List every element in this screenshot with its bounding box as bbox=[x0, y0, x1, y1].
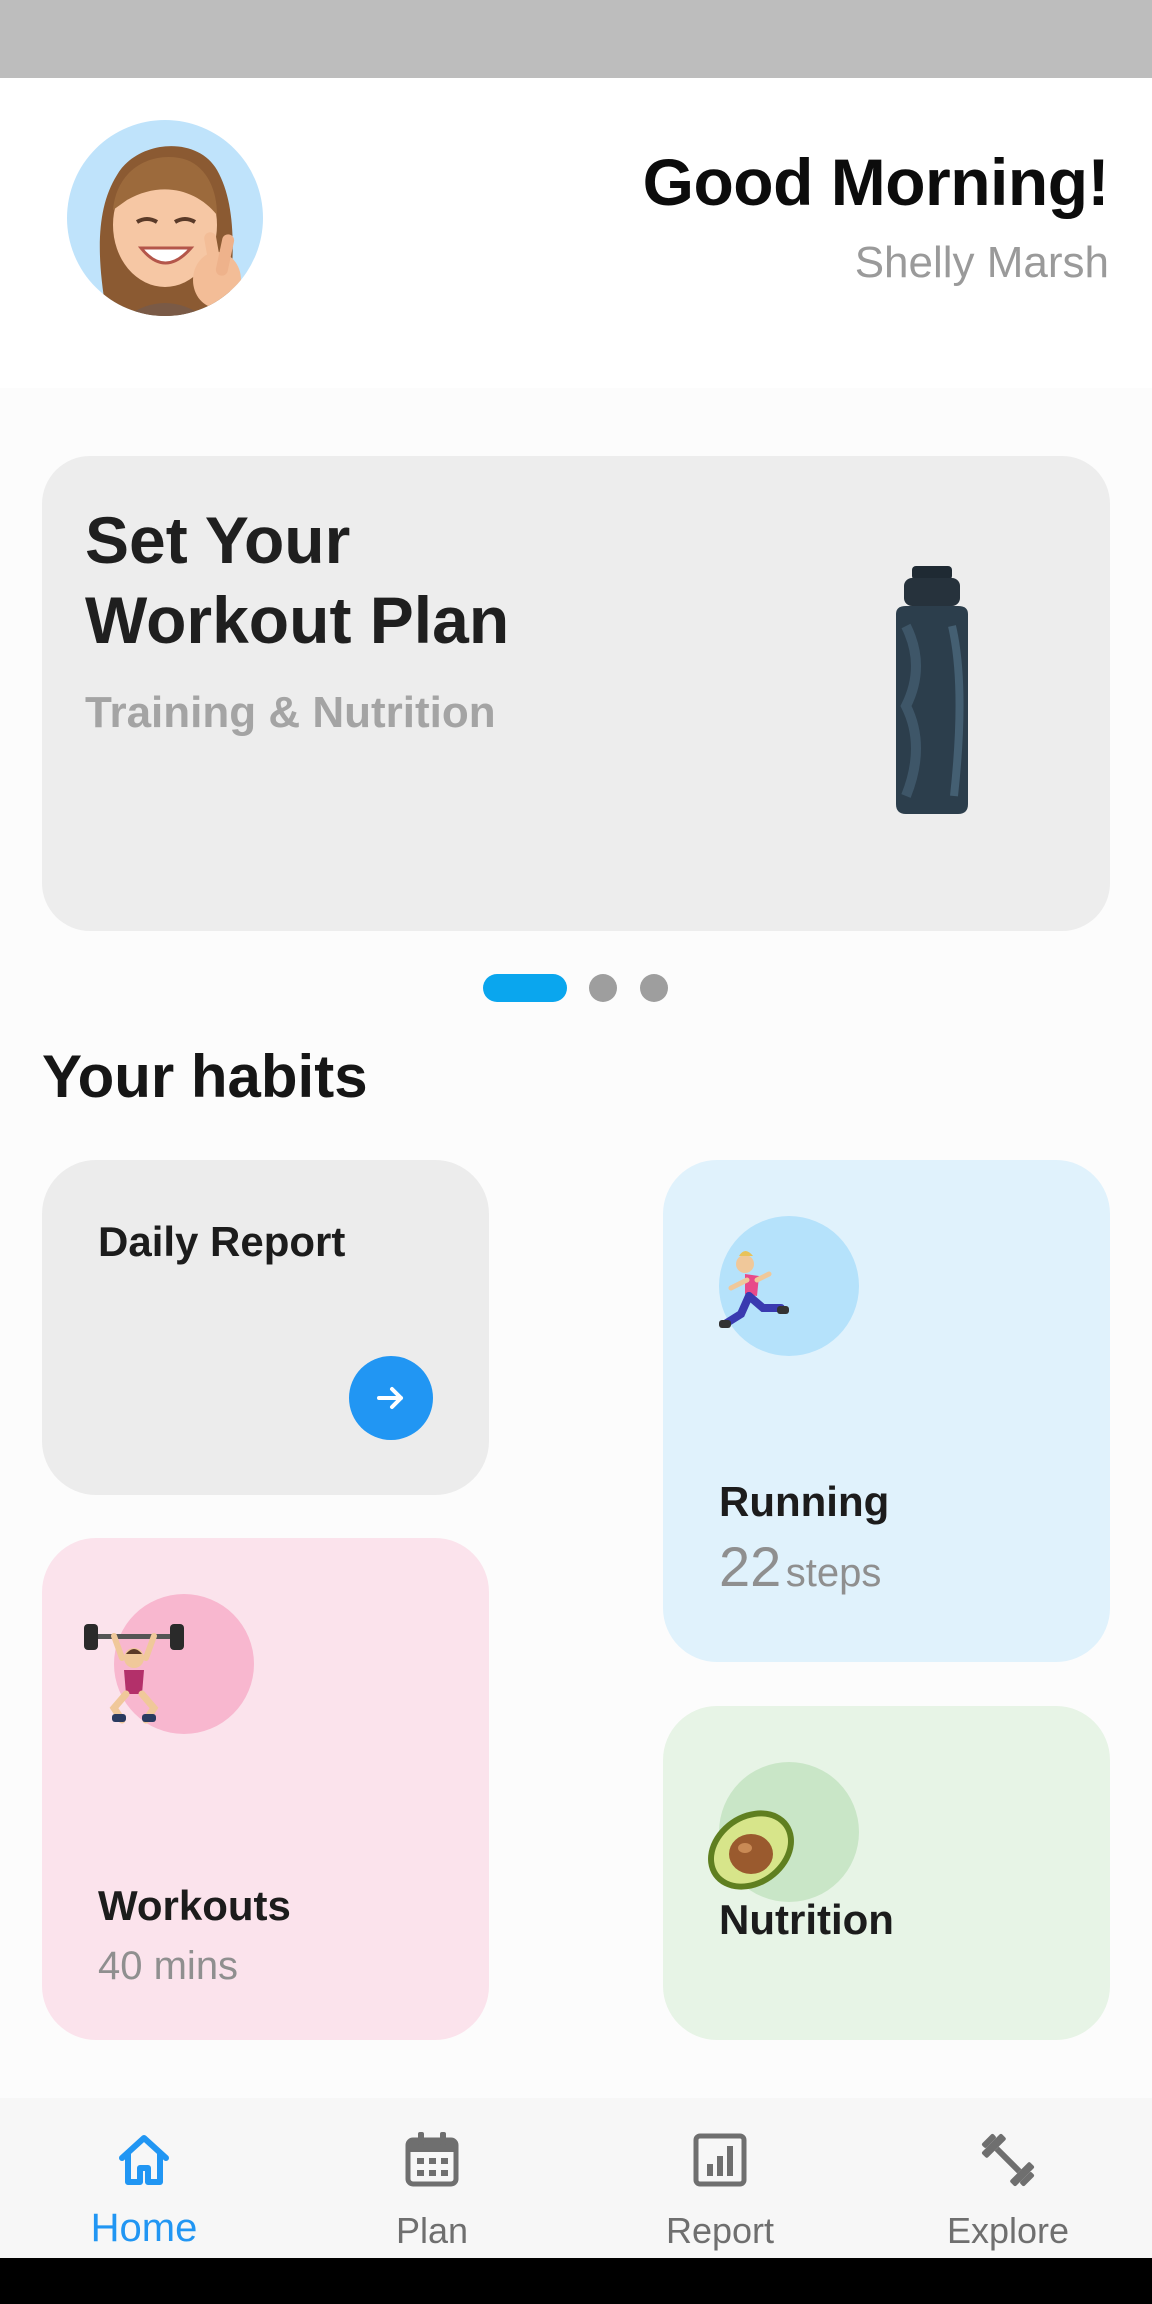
nav-label-explore: Explore bbox=[946, 2210, 1070, 2251]
runner-icon bbox=[719, 1251, 789, 1328]
daily-report-card[interactable]: Daily Report bbox=[42, 1160, 489, 1495]
nav-item-home[interactable]: Home bbox=[0, 2098, 288, 2258]
arrow-right-icon bbox=[377, 1387, 403, 1409]
workouts-value: 40 mins bbox=[98, 1944, 239, 1988]
workout-plan-banner[interactable]: Set Your Workout Plan Training & Nutriti… bbox=[42, 456, 1110, 931]
running-metric: 22 steps bbox=[719, 1534, 881, 1599]
nutrition-title: Nutrition bbox=[719, 1896, 894, 1943]
water-bottle-icon bbox=[896, 566, 968, 814]
header: Good Morning! Shelly Marsh bbox=[0, 78, 1152, 388]
username-text: Shelly Marsh bbox=[854, 238, 1109, 287]
nav-item-report[interactable]: Report bbox=[576, 2098, 864, 2258]
workouts-card[interactable]: Workouts 40 mins bbox=[42, 1538, 489, 2040]
workouts-metric: 40 mins bbox=[98, 1944, 238, 1989]
nav-item-plan[interactable]: Plan bbox=[288, 2098, 576, 2258]
running-card[interactable]: Running 22 steps bbox=[663, 1160, 1110, 1662]
nav-label-home: Home bbox=[90, 2206, 198, 2250]
avocado-icon bbox=[708, 1810, 794, 1890]
chart-icon bbox=[693, 2133, 747, 2187]
running-icon-badge bbox=[719, 1216, 859, 1356]
running-title: Running bbox=[719, 1478, 890, 1525]
bottom-navigation: Home Plan Report Explore bbox=[0, 2098, 1152, 2258]
weightlifter-icon bbox=[84, 1624, 184, 1724]
banner-subtitle: Training & Nutrition bbox=[85, 688, 496, 737]
carousel-dot[interactable] bbox=[589, 974, 617, 1002]
status-bar bbox=[0, 0, 1152, 78]
greeting-text: Good Morning! bbox=[642, 145, 1110, 219]
banner-title-line1: Set Your bbox=[85, 503, 351, 577]
daily-report-button[interactable] bbox=[349, 1356, 433, 1440]
carousel-dot-active[interactable] bbox=[483, 974, 567, 1002]
banner-title: Set Your Workout Plan bbox=[85, 500, 645, 660]
home-icon bbox=[119, 2135, 169, 2185]
running-value: 22 bbox=[719, 1535, 782, 1598]
dumbbell-icon bbox=[981, 2133, 1035, 2187]
avatar[interactable] bbox=[67, 120, 263, 316]
memoji-avatar-icon bbox=[99, 146, 241, 316]
nav-item-explore[interactable]: Explore bbox=[864, 2098, 1152, 2258]
nav-label-plan: Plan bbox=[395, 2210, 469, 2251]
system-navigation-bar bbox=[0, 2258, 1152, 2304]
nutrition-card[interactable]: Nutrition bbox=[663, 1706, 1110, 2040]
calendar-icon bbox=[405, 2132, 459, 2187]
section-title: Your habits bbox=[42, 1043, 368, 1110]
carousel-dot[interactable] bbox=[640, 974, 668, 1002]
daily-report-title: Daily Report bbox=[98, 1218, 346, 1265]
workouts-title: Workouts bbox=[98, 1882, 291, 1929]
nav-label-report: Report bbox=[665, 2210, 775, 2251]
running-unit: steps bbox=[785, 1551, 882, 1595]
banner-title-line2: Workout Plan bbox=[85, 583, 510, 657]
